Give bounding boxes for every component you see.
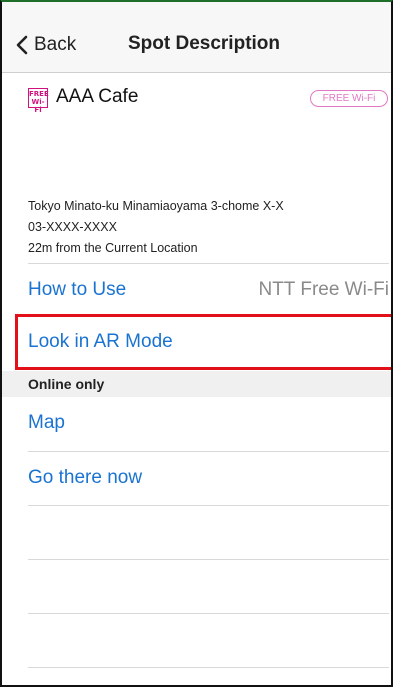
go-there-row[interactable]: Go there now	[28, 451, 389, 505]
app-screen: Back Spot Description FREE Wi-Fi AAA Cafe…	[0, 0, 393, 687]
back-label: Back	[34, 34, 77, 55]
page-title: Spot Description	[128, 33, 281, 54]
spot-phone: 03-XXXX-XXXX	[28, 220, 117, 234]
how-to-use-label: How to Use	[28, 279, 127, 300]
go-there-label: Go there now	[28, 467, 143, 488]
section-title: Online only	[28, 376, 105, 392]
ar-mode-row[interactable]: Look in AR Mode	[28, 317, 389, 371]
how-to-use-value: NTT Free Wi-Fi	[258, 279, 389, 300]
navigation-bar: Back Spot Description	[2, 2, 391, 73]
chevron-left-icon	[16, 35, 28, 55]
list-divider	[28, 559, 389, 560]
map-row[interactable]: Map	[28, 397, 389, 451]
free-wifi-badge: FREE Wi-Fi	[310, 90, 388, 107]
back-button[interactable]: Back	[16, 30, 76, 60]
map-label: Map	[28, 412, 65, 433]
spot-address: Tokyo Minato-ku Minamiaoyama 3-chome X-X	[28, 199, 284, 213]
list-divider	[28, 667, 389, 668]
ar-mode-label: Look in AR Mode	[28, 331, 173, 352]
free-wifi-icon: FREE Wi-Fi	[28, 88, 49, 114]
list-divider	[28, 505, 389, 506]
spot-name: AAA Cafe	[56, 86, 139, 107]
section-header: Online only	[2, 371, 391, 397]
list-divider	[28, 613, 389, 614]
spot-info: Tokyo Minato-ku Minamiaoyama 3-chome X-X…	[28, 196, 284, 259]
how-to-use-row[interactable]: How to Use NTT Free Wi-Fi	[28, 263, 389, 317]
spot-distance: 22m from the Current Location	[28, 241, 198, 255]
spot-header: FREE Wi-Fi AAA Cafe FREE Wi-Fi	[28, 86, 391, 114]
